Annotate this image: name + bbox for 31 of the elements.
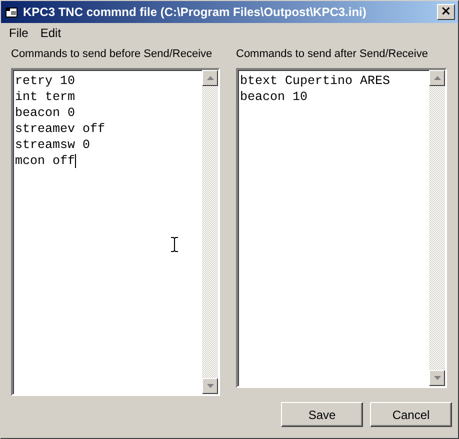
up-arrow-icon xyxy=(434,76,440,80)
command-textbox[interactable]: btext Cupertino ARES beacon 10 xyxy=(236,68,447,388)
text-cursor-icon xyxy=(171,237,178,252)
scrollbar[interactable] xyxy=(429,70,445,386)
command-line: btext Cupertino ARES xyxy=(240,73,390,89)
scroll-up-button[interactable] xyxy=(429,70,445,86)
command-line: beacon 0 xyxy=(15,105,76,121)
up-arrow-icon xyxy=(206,76,214,80)
scrollbar[interactable] xyxy=(202,70,218,394)
menu-item[interactable]: File xyxy=(3,26,34,40)
panel-label: Commands to send before Send/Receive xyxy=(11,47,212,62)
menu-item[interactable]: Edit xyxy=(34,26,68,40)
text-caret xyxy=(75,154,76,168)
scroll-up-button[interactable] xyxy=(202,70,218,86)
window-title: KPC3 TNC commnd file (C:\Program Files\Outpost\KPC3.ini) xyxy=(23,5,368,19)
scroll-down-button[interactable] xyxy=(429,370,445,386)
command-textbox[interactable]: retry 10 int term beacon 0 streamev off streamsw 0 mcon off xyxy=(11,68,220,396)
command-line: int term xyxy=(15,89,76,105)
command-line: beacon 10 xyxy=(240,89,308,105)
dialog-button[interactable]: Save xyxy=(281,402,363,427)
app-icon xyxy=(5,5,19,19)
command-line: retry 10 xyxy=(15,73,76,89)
command-line: streamev off xyxy=(15,121,106,137)
command-line: streamsw 0 xyxy=(15,137,90,153)
close-button[interactable]: × xyxy=(437,4,455,20)
panel-label: Commands to send after Send/Receive xyxy=(236,47,428,62)
scroll-down-button[interactable] xyxy=(202,378,218,394)
command-line: mcon off xyxy=(15,153,76,169)
down-arrow-icon xyxy=(434,376,440,380)
down-arrow-icon xyxy=(206,384,214,388)
dialog-button[interactable]: Cancel xyxy=(370,402,452,427)
